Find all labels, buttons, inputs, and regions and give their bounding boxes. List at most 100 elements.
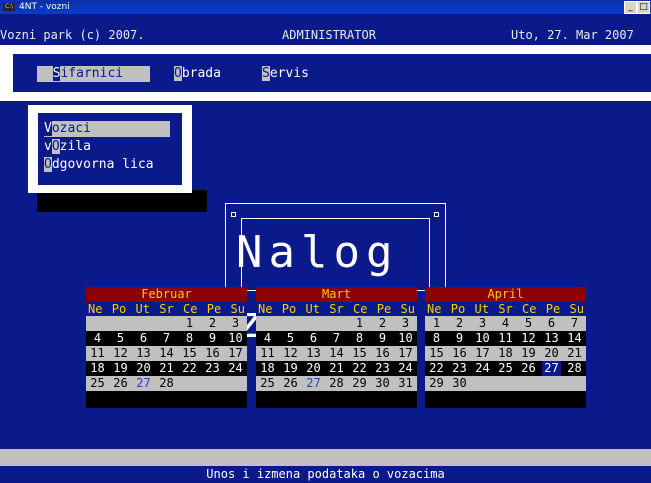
calendar-day[interactable]: 22 <box>180 361 199 376</box>
calendar-day[interactable]: 24 <box>396 361 415 376</box>
calendar-day[interactable]: 20 <box>542 346 561 361</box>
calendar-day[interactable]: 18 <box>496 346 515 361</box>
calendar-day[interactable]: 13 <box>304 346 323 361</box>
maximize-button[interactable]: □ <box>637 1 650 14</box>
calendar-day[interactable]: 2 <box>373 316 392 331</box>
calendar-day[interactable]: 30 <box>450 376 469 391</box>
calendar-day[interactable]: 6 <box>542 316 561 331</box>
calendar-day[interactable]: 26 <box>281 376 300 391</box>
calendar-day[interactable]: 3 <box>473 316 492 331</box>
calendar-day[interactable]: 20 <box>134 361 153 376</box>
calendar-day[interactable]: 9 <box>373 331 392 346</box>
dropdown-item-vozaci[interactable]: Vozaci <box>44 121 170 137</box>
calendar-day[interactable]: 9 <box>203 331 222 346</box>
calendar-day[interactable]: 20 <box>304 361 323 376</box>
user-role: ADMINISTRATOR <box>282 28 376 42</box>
calendar-day[interactable]: 27 <box>304 376 323 391</box>
calendar-day[interactable]: 28 <box>327 376 346 391</box>
calendar-day[interactable]: 15 <box>427 346 446 361</box>
calendar-day[interactable]: 7 <box>565 316 584 331</box>
calendar-day[interactable]: 26 <box>519 361 538 376</box>
calendar-day[interactable]: 17 <box>396 346 415 361</box>
calendar-day[interactable]: 12 <box>519 331 538 346</box>
calendar-day[interactable]: 18 <box>258 361 277 376</box>
calendar-day[interactable]: 9 <box>450 331 469 346</box>
calendar-day[interactable]: 3 <box>226 316 245 331</box>
calendar-day[interactable]: 4 <box>88 331 107 346</box>
calendar-day[interactable]: 1 <box>427 316 446 331</box>
calendar-day[interactable]: 1 <box>180 316 199 331</box>
dropdown-item-vozila[interactable]: vOzila <box>44 139 91 155</box>
calendar-day[interactable]: 23 <box>373 361 392 376</box>
dropdown-item-odgovorna-lica[interactable]: Odgovorna lica <box>44 157 154 173</box>
calendar-day[interactable]: 16 <box>450 346 469 361</box>
calendar-week-row: 15 16 17 18 19 20 21 <box>425 346 586 361</box>
calendar-day[interactable]: 16 <box>203 346 222 361</box>
calendar-day[interactable]: 8 <box>350 331 369 346</box>
calendar-day[interactable]: 22 <box>427 361 446 376</box>
calendar-day[interactable]: 21 <box>565 346 584 361</box>
calendar-day[interactable]: 5 <box>281 331 300 346</box>
calendar-day[interactable]: 12 <box>111 346 130 361</box>
calendar-day[interactable]: 25 <box>258 376 277 391</box>
calendar-day[interactable]: 10 <box>396 331 415 346</box>
calendar-day[interactable]: 15 <box>180 346 199 361</box>
calendar-day[interactable]: 14 <box>327 346 346 361</box>
calendar-day[interactable]: 5 <box>111 331 130 346</box>
calendar-day[interactable]: 25 <box>496 361 515 376</box>
calendar-day[interactable]: 15 <box>350 346 369 361</box>
calendar-day[interactable]: 7 <box>327 331 346 346</box>
calendar-day[interactable]: 3 <box>396 316 415 331</box>
calendar-day[interactable]: 8 <box>180 331 199 346</box>
calendar-day[interactable]: 5 <box>519 316 538 331</box>
calendar-day[interactable]: 16 <box>373 346 392 361</box>
calendar-day[interactable]: 17 <box>473 346 492 361</box>
calendar-day[interactable]: 11 <box>88 346 107 361</box>
calendar-day[interactable]: 27 <box>542 361 561 376</box>
menu-obrada[interactable]: Obrada <box>174 66 221 82</box>
calendar-day[interactable]: 24 <box>226 361 245 376</box>
calendar-day[interactable]: 6 <box>304 331 323 346</box>
calendar-day[interactable]: 24 <box>473 361 492 376</box>
calendar-day[interactable]: 23 <box>450 361 469 376</box>
calendar-day[interactable]: 29 <box>350 376 369 391</box>
calendar-day[interactable]: 14 <box>565 331 584 346</box>
calendar-day[interactable]: 8 <box>427 331 446 346</box>
minimize-button[interactable]: _ <box>624 1 637 14</box>
calendar-day[interactable]: 6 <box>134 331 153 346</box>
calendar-day[interactable]: 4 <box>496 316 515 331</box>
calendar-day[interactable]: 10 <box>226 331 245 346</box>
calendar-day[interactable]: 12 <box>281 346 300 361</box>
calendar-day[interactable]: 26 <box>111 376 130 391</box>
calendar-day[interactable]: 17 <box>226 346 245 361</box>
calendar-day[interactable]: 23 <box>203 361 222 376</box>
menu-sifarnici[interactable]: Sifarnici <box>37 66 150 82</box>
calendar-day[interactable]: 10 <box>473 331 492 346</box>
calendar-day[interactable]: 2 <box>450 316 469 331</box>
calendar-day[interactable]: 14 <box>157 346 176 361</box>
calendar-day[interactable]: 25 <box>88 376 107 391</box>
menu-servis[interactable]: Servis <box>262 66 309 82</box>
calendar-day[interactable]: 28 <box>157 376 176 391</box>
calendar-day[interactable]: 21 <box>157 361 176 376</box>
calendar-day[interactable]: 31 <box>396 376 415 391</box>
calendar-day[interactable]: 11 <box>258 346 277 361</box>
calendar-day[interactable]: 28 <box>565 361 584 376</box>
calendar-day[interactable]: 19 <box>111 361 130 376</box>
calendar-day[interactable]: 27 <box>134 376 153 391</box>
calendar-day[interactable]: 7 <box>157 331 176 346</box>
status-message: Unos i izmena podataka o vozacima <box>0 466 651 483</box>
calendar-day[interactable]: 30 <box>373 376 392 391</box>
calendar-day[interactable]: 1 <box>350 316 369 331</box>
calendar-day[interactable]: 19 <box>281 361 300 376</box>
calendar-day[interactable]: 22 <box>350 361 369 376</box>
calendar-day[interactable]: 29 <box>427 376 446 391</box>
calendar-day[interactable]: 13 <box>134 346 153 361</box>
calendar-day[interactable]: 19 <box>519 346 538 361</box>
calendar-day[interactable]: 21 <box>327 361 346 376</box>
calendar-day[interactable]: 4 <box>258 331 277 346</box>
calendar-day[interactable]: 18 <box>88 361 107 376</box>
calendar-day[interactable]: 2 <box>203 316 222 331</box>
calendar-day[interactable]: 11 <box>496 331 515 346</box>
calendar-day[interactable]: 13 <box>542 331 561 346</box>
